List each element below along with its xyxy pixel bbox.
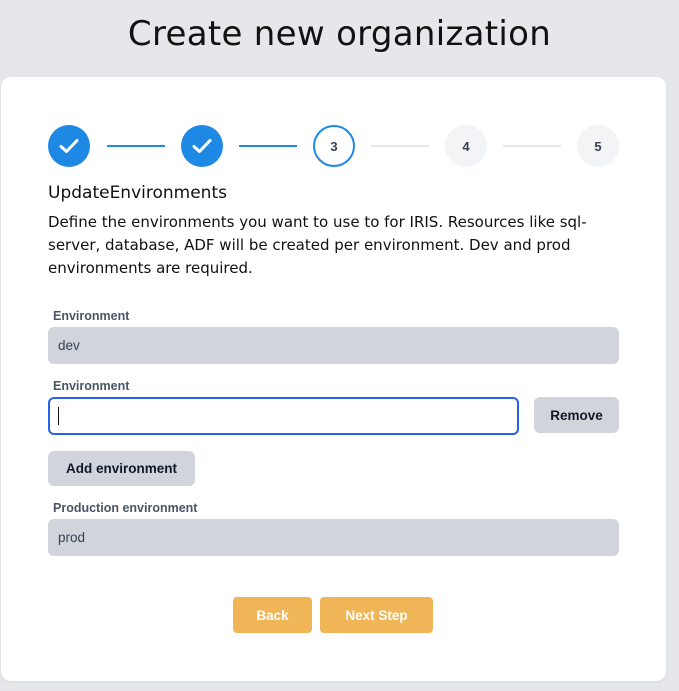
check-icon [59,139,79,153]
production-environment-field: prod [48,519,619,556]
step-2-completed [181,125,223,167]
environment-input[interactable] [48,397,519,435]
environment-label: Environment [53,379,130,393]
stepper: 3 4 5 [48,125,619,167]
environment-dev-field: dev [48,327,619,364]
step-4: 4 [445,125,487,167]
production-environment-label: Production environment [53,501,198,515]
back-button[interactable]: Back [233,597,312,633]
add-environment-button[interactable]: Add environment [48,451,195,486]
wizard-card: 3 4 5 UpdateEnvironments Define the envi… [1,77,666,681]
step-5: 5 [577,125,619,167]
remove-button[interactable]: Remove [534,397,619,433]
step-connector [239,145,297,147]
step-3-current: 3 [313,125,355,167]
step-connector [503,145,561,147]
text-caret [58,407,59,425]
page-title: Create new organization [127,14,552,54]
check-icon [192,139,212,153]
step-1-completed [48,125,90,167]
next-step-button[interactable]: Next Step [320,597,433,633]
section-description: Define the environments you want to use … [48,213,587,277]
step-connector [371,145,429,147]
environment-label: Environment [53,309,130,323]
section-title: UpdateEnvironments [48,183,227,203]
step-connector [107,145,165,147]
